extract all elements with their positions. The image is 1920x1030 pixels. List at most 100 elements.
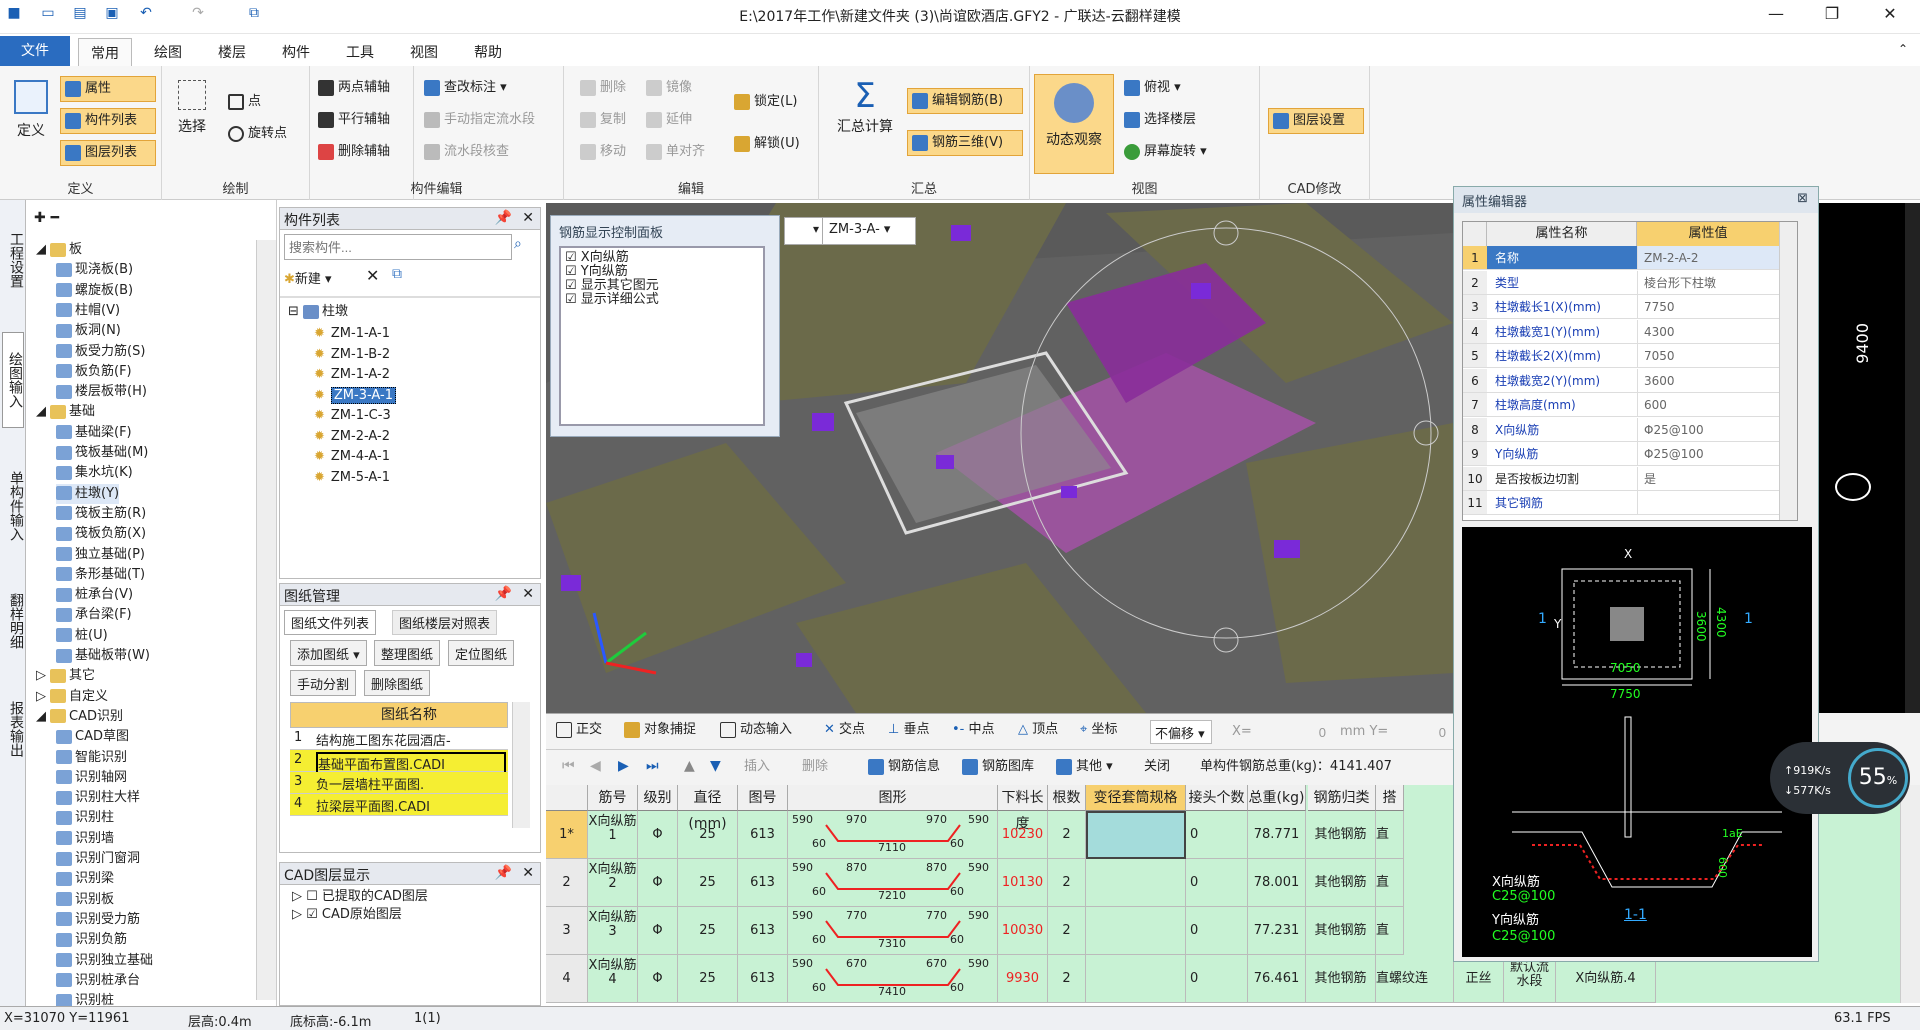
- category[interactable]: 其他钢筋: [1306, 811, 1376, 859]
- define-button[interactable]: 定义: [6, 80, 56, 140]
- rotate-point-button[interactable]: 旋转点: [224, 122, 291, 148]
- dynamic-input-button[interactable]: 动态输入: [716, 718, 796, 744]
- vertex-button[interactable]: △ 顶点: [1014, 718, 1062, 744]
- prop-row-name[interactable]: 柱墩截宽2(Y)(mm): [1487, 368, 1637, 393]
- screen-rotate-button[interactable]: 屏幕旋转 ▾: [1120, 140, 1211, 166]
- tree-item[interactable]: 识别墙: [56, 829, 114, 849]
- tab-tools[interactable]: 工具: [334, 38, 386, 66]
- comp-list-button[interactable]: 构件列表: [60, 108, 156, 134]
- minimize-icon[interactable]: —: [1756, 4, 1796, 28]
- mirror-button[interactable]: 镜像: [642, 76, 696, 102]
- prop-row-value[interactable]: 7750: [1637, 295, 1779, 319]
- other-button[interactable]: 其他 ▾: [1052, 755, 1117, 781]
- tab-common[interactable]: 常用: [78, 38, 132, 66]
- weight[interactable]: 78.771: [1248, 811, 1306, 859]
- component-item[interactable]: ✹ ZM-4-A-1: [314, 447, 390, 467]
- tree-item[interactable]: 独立基础(P): [56, 545, 145, 565]
- copy-component-icon[interactable]: ⧉: [392, 266, 402, 282]
- figure-no[interactable]: 613: [738, 955, 788, 1003]
- comp-root[interactable]: ⊟ 柱墩: [288, 302, 348, 322]
- table-header[interactable]: 下料长度: [998, 785, 1048, 832]
- search-icon[interactable]: ⌕: [514, 236, 522, 252]
- tree-item[interactable]: 识别受力筋: [56, 910, 140, 930]
- prop-row-name[interactable]: 柱墩截宽1(Y)(mm): [1487, 319, 1637, 344]
- attr-button[interactable]: 属性: [60, 76, 156, 102]
- tree-item[interactable]: 识别轴网: [56, 768, 127, 788]
- snap-button[interactable]: 对象捕捉: [620, 718, 700, 744]
- tab-component[interactable]: 构件: [270, 38, 322, 66]
- manual-split-button[interactable]: 手动分割: [290, 670, 357, 696]
- first-dropdown[interactable]: ▾: [784, 217, 824, 245]
- category[interactable]: 其他钢筋: [1306, 955, 1376, 1003]
- dynamic-view-button[interactable]: 动态观察: [1034, 74, 1114, 174]
- organize-drawing-button[interactable]: 整理图纸: [374, 640, 441, 666]
- component-dropdown[interactable]: ZM-3-A- ▾: [822, 217, 916, 245]
- table-row-index[interactable]: 2: [546, 859, 588, 907]
- tree-item[interactable]: ▷ 自定义: [36, 687, 108, 707]
- table-header[interactable]: 级别: [638, 785, 678, 811]
- joints[interactable]: 0: [1186, 955, 1248, 1003]
- table-header[interactable]: 图号: [738, 785, 788, 811]
- tab-drawing-files[interactable]: 图纸文件列表: [284, 610, 377, 635]
- drawing-row[interactable]: 1 结构施工图东花园酒店-: [290, 728, 508, 750]
- count[interactable]: 2: [1048, 907, 1086, 955]
- tree-item[interactable]: ◢ 基础: [36, 402, 95, 422]
- unlock-button[interactable]: 解锁(U): [730, 132, 804, 158]
- component-item[interactable]: ✹ ZM-1-B-2: [314, 345, 390, 365]
- property-scrollbar[interactable]: [1779, 222, 1797, 520]
- tree-item[interactable]: 集水坑(K): [56, 463, 133, 483]
- table-header[interactable]: 钢筋归类: [1308, 785, 1376, 811]
- layer-settings-button[interactable]: 图层设置: [1268, 108, 1364, 134]
- tree-item[interactable]: 识别独立基础: [56, 951, 153, 971]
- tree-item[interactable]: 识别负筋: [56, 930, 127, 950]
- tree-item[interactable]: 识别桩承台: [56, 971, 140, 991]
- tab-draw[interactable]: 绘图: [142, 38, 194, 66]
- prop-row-name[interactable]: 柱墩截长2(X)(mm): [1487, 344, 1637, 368]
- diameter[interactable]: 25: [678, 859, 738, 907]
- table-header[interactable]: 筋号: [588, 785, 638, 811]
- select-button[interactable]: 选择: [172, 80, 212, 136]
- intersection-button[interactable]: ✕ 交点: [820, 718, 869, 744]
- panel-close-icon[interactable]: ✕: [522, 586, 534, 602]
- grade[interactable]: Φ: [638, 859, 678, 907]
- tree-item[interactable]: 桩承台(V): [56, 585, 133, 605]
- table-header[interactable]: 搭: [1376, 785, 1404, 811]
- component-search-input[interactable]: [284, 234, 512, 260]
- extend-button[interactable]: 延伸: [642, 108, 696, 134]
- prop-row-name[interactable]: 其它钢筋: [1487, 491, 1637, 515]
- perpendicular-button[interactable]: ⊥ 垂点: [884, 718, 933, 744]
- module-single-component[interactable]: 单构件输入: [2, 450, 24, 562]
- bar-name[interactable]: X向纵筋2: [588, 859, 638, 907]
- expand-toggle-icon[interactable]: ◢: [36, 242, 46, 257]
- midpoint-button[interactable]: •- 中点: [948, 718, 999, 744]
- component-item[interactable]: ✹ ZM-1-A-2: [314, 365, 390, 385]
- delete-drawing-button[interactable]: 删除图纸: [364, 670, 431, 696]
- tab-file[interactable]: 文件: [0, 36, 70, 66]
- module-drawing-input[interactable]: 绘图输入: [2, 332, 24, 428]
- diameter[interactable]: 25: [678, 907, 738, 955]
- prop-row-value[interactable]: 7050: [1637, 344, 1779, 368]
- tree-item[interactable]: ◢ 板: [36, 240, 82, 260]
- tree-item[interactable]: 筏板负筋(X): [56, 524, 146, 544]
- pin-icon[interactable]: 📌: [495, 210, 512, 226]
- prop-row-name[interactable]: 是否按板边切割: [1487, 466, 1637, 491]
- move-button[interactable]: 移动: [576, 140, 630, 166]
- ortho-button[interactable]: 正交: [552, 718, 606, 744]
- prop-row-value[interactable]: Φ25@100: [1637, 417, 1779, 442]
- diameter[interactable]: 25: [678, 955, 738, 1003]
- tab-view[interactable]: 视图: [398, 38, 450, 66]
- two-point-axis-button[interactable]: 两点辅轴: [314, 76, 394, 102]
- joints[interactable]: 0: [1186, 907, 1248, 955]
- network-widget[interactable]: ↑919K/s ↓577K/s 55%: [1770, 742, 1910, 814]
- expand-toggle-icon[interactable]: ◢: [36, 709, 46, 724]
- tree-item[interactable]: 板受力筋(S): [56, 342, 145, 362]
- figure-no[interactable]: 613: [738, 811, 788, 859]
- single-align-button[interactable]: 单对齐: [642, 140, 709, 166]
- component-item[interactable]: ✹ ZM-5-A-1: [314, 468, 390, 488]
- tree-scrollbar[interactable]: [256, 240, 276, 1000]
- tree-item[interactable]: 识别门窗洞: [56, 849, 140, 869]
- extra-flow[interactable]: 默认流水段: [1504, 955, 1556, 1003]
- sleeve-spec[interactable]: [1086, 907, 1186, 955]
- category[interactable]: 其他钢筋: [1306, 859, 1376, 907]
- grade[interactable]: Φ: [638, 955, 678, 1003]
